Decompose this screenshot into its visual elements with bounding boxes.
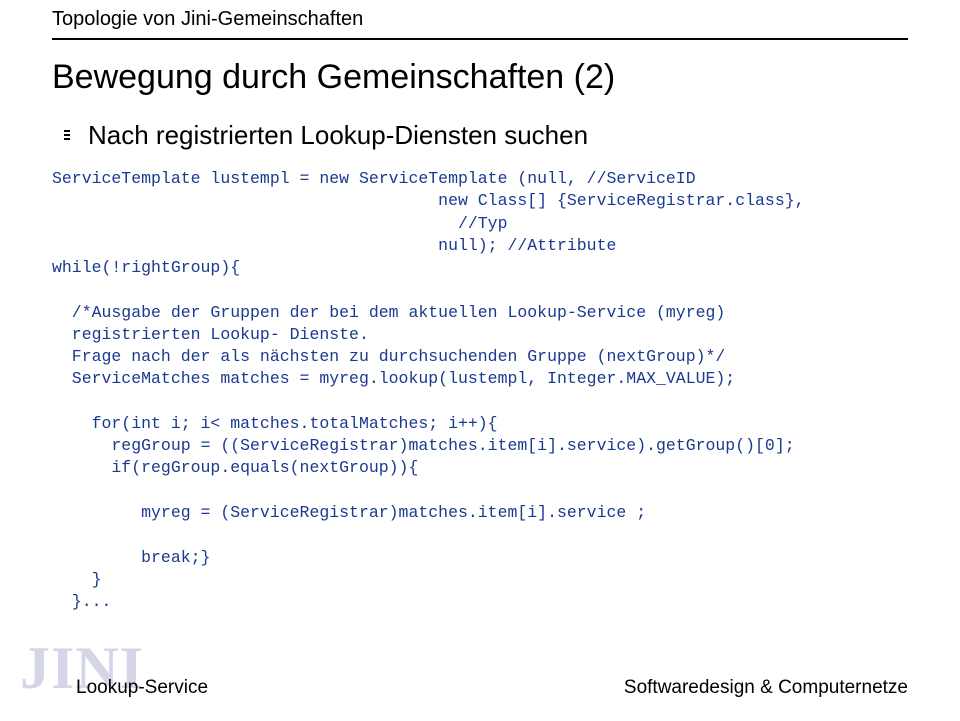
code-line: ServiceTemplate lustempl = new ServiceTe… [52,169,696,188]
code-line: while(!rightGroup){ [52,258,240,277]
code-line: new Class[] {ServiceRegistrar.class}, [52,191,805,210]
bullet-item: Nach registrierten Lookup-Diensten suche… [64,120,588,151]
code-line: regGroup = ((ServiceRegistrar)matches.it… [52,436,795,455]
slide-title: Bewegung durch Gemeinschaften (2) [52,58,615,97]
footer-left: Lookup-Service [76,677,208,699]
code-line: }... [52,592,111,611]
code-line: if(regGroup.equals(nextGroup)){ [52,458,418,477]
slide: Topologie von Jini-Gemeinschaften Bewegu… [0,0,960,721]
code-line: //Typ [52,214,507,233]
code-line: break;} [52,548,210,567]
code-line: null); //Attribute [52,236,616,255]
header-rule [52,38,908,40]
section-header: Topologie von Jini-Gemeinschaften [52,8,363,31]
code-line: Frage nach der als nächsten zu durchsuch… [52,347,725,366]
code-line: myreg = (ServiceRegistrar)matches.item[i… [52,503,646,522]
code-block: ServiceTemplate lustempl = new ServiceTe… [52,168,922,613]
code-line: ServiceMatches matches = myreg.lookup(lu… [52,369,735,388]
code-line: /*Ausgabe der Gruppen der bei dem aktuel… [52,303,725,322]
code-line: } [52,570,102,589]
footer-right: Softwaredesign & Computernetze [624,677,908,699]
bullet-icon [64,130,74,140]
code-line: registrierten Lookup- Dienste. [52,325,369,344]
code-line: for(int i; i< matches.totalMatches; i++)… [52,414,498,433]
bullet-text: Nach registrierten Lookup-Diensten suche… [88,120,588,151]
